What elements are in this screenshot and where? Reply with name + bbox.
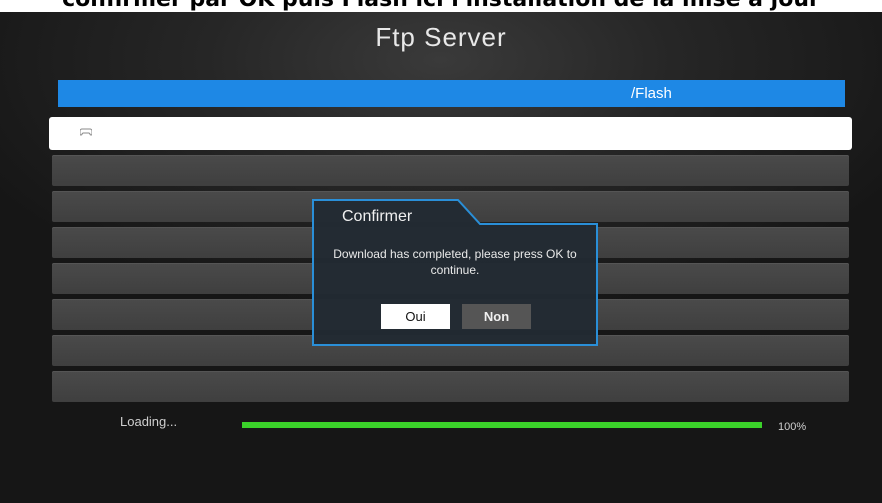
yes-button[interactable]: Oui bbox=[381, 304, 450, 329]
progress-percent: 100% bbox=[778, 421, 807, 433]
path-bar: /Flash bbox=[58, 80, 845, 107]
file-list-item[interactable] bbox=[52, 155, 849, 186]
path-label: /Flash bbox=[631, 85, 672, 102]
loading-label: Loading... bbox=[120, 414, 178, 429]
file-list-item[interactable] bbox=[52, 371, 849, 402]
progress-bar bbox=[242, 422, 762, 428]
page-title: Ftp Server bbox=[375, 22, 507, 52]
file-list-item-selected[interactable] bbox=[49, 117, 852, 150]
confirm-dialog: Confirmer Download has completed, please… bbox=[312, 198, 598, 346]
gamepad-icon bbox=[80, 128, 92, 136]
dialog-message: Download has completed, please press OK … bbox=[333, 247, 577, 277]
progress-fill bbox=[242, 422, 762, 428]
dialog-title: Confirmer bbox=[342, 208, 413, 225]
overlay-caption: confirmer par OK puis Flash ici l'instal… bbox=[0, 0, 882, 12]
no-button[interactable]: Non bbox=[462, 304, 531, 329]
